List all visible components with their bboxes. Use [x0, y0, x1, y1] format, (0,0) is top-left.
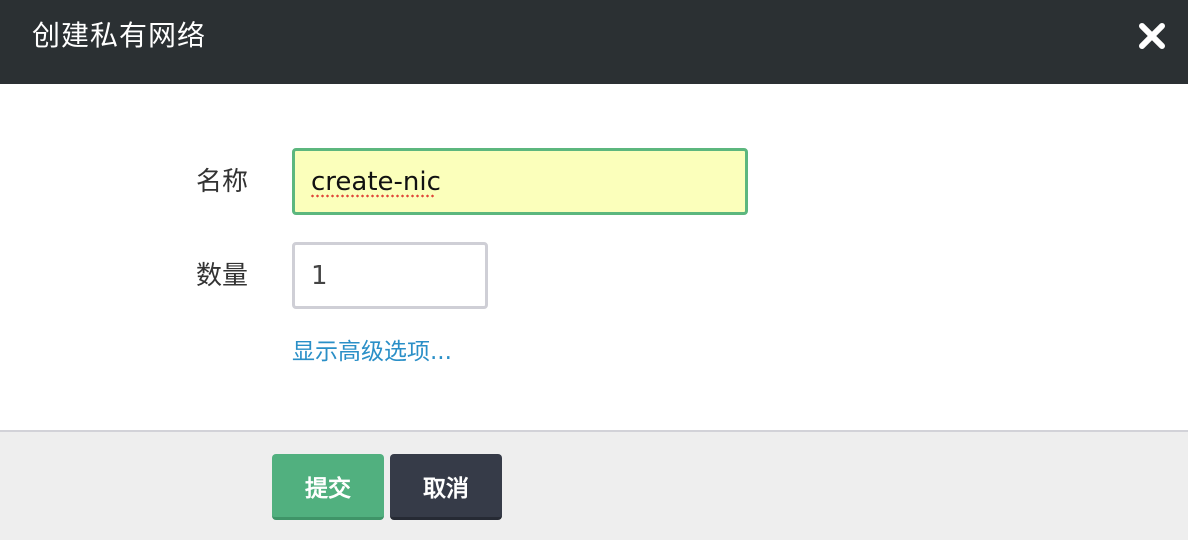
name-label: 名称 — [196, 167, 249, 197]
dialog-title: 创建私有网络 — [32, 19, 207, 52]
submit-button[interactable]: 提交 — [272, 454, 384, 520]
show-advanced-options-link[interactable]: 显示高级选项... — [292, 334, 452, 370]
create-private-network-dialog: 创建私有网络 名称 数量 显示高级选项... 提交 取消 — [0, 0, 1188, 540]
cancel-button[interactable]: 取消 — [390, 454, 502, 520]
count-input[interactable] — [292, 242, 488, 309]
close-button[interactable] — [1136, 20, 1168, 52]
dialog-header: 创建私有网络 — [0, 0, 1188, 84]
dialog-footer: 提交 取消 — [0, 430, 1188, 540]
count-label: 数量 — [196, 261, 249, 291]
close-icon — [1139, 23, 1165, 49]
name-input[interactable] — [292, 148, 748, 215]
